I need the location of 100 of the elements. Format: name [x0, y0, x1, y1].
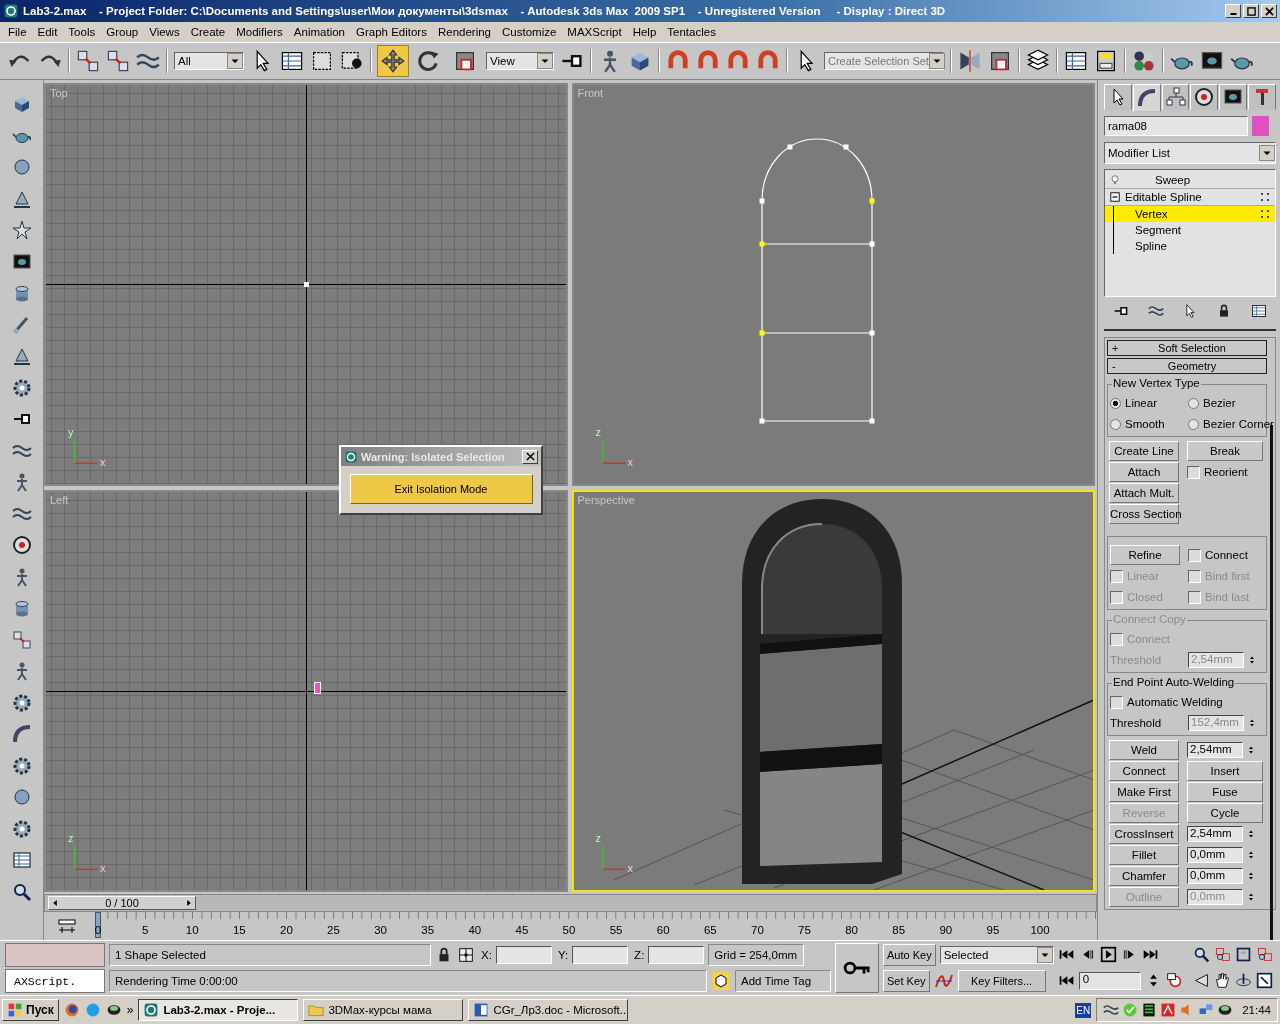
selection-filter-dropdown[interactable]: All: [174, 52, 244, 70]
exit-isolation-button[interactable]: Exit Isolation Mode: [349, 474, 533, 504]
link-icon[interactable]: [10, 629, 33, 650]
language-indicator[interactable]: EN: [1075, 1002, 1092, 1018]
panel-button[interactable]: Connect: [1109, 761, 1179, 781]
link-icon[interactable]: [76, 49, 100, 73]
select-by-name-icon[interactable]: [280, 49, 304, 73]
selection-set-dropdown[interactable]: Create Selection Set: [824, 52, 944, 70]
expander-icon[interactable]: [1109, 191, 1121, 203]
play-icon[interactable]: [1099, 946, 1117, 963]
radio-button[interactable]: [1110, 418, 1121, 430]
stack-item[interactable]: Vertex: [1105, 206, 1275, 222]
panel-button[interactable]: Fuse: [1187, 782, 1263, 802]
browser-icon[interactable]: [63, 1002, 80, 1018]
zoom-extents-icon[interactable]: [1234, 946, 1252, 963]
radio-button[interactable]: [1188, 397, 1199, 409]
minimize-button[interactable]: [1225, 4, 1241, 18]
menu-item[interactable]: Views: [144, 24, 185, 40]
start-button[interactable]: Пуск: [2, 999, 59, 1021]
menu-item[interactable]: Modifiers: [231, 24, 288, 40]
maximize-button[interactable]: [1243, 4, 1259, 18]
taskbar-button[interactable]: Lab3-2.max - Proje...: [138, 999, 299, 1021]
orbit-icon[interactable]: [1234, 972, 1252, 989]
menu-item[interactable]: Rendering: [432, 24, 496, 40]
absolute-mode-icon[interactable]: [457, 945, 475, 964]
doc-icon[interactable]: [473, 1002, 490, 1018]
taskbar-button[interactable]: CGr_Лр3.doc - Microsoft...: [468, 999, 629, 1021]
object-name-field[interactable]: rama08: [1104, 116, 1248, 136]
tray-disc-icon[interactable]: [1217, 1002, 1234, 1018]
zoom-all-icon[interactable]: [1213, 946, 1231, 963]
checkbox[interactable]: [1110, 695, 1123, 709]
checkbox[interactable]: [1188, 548, 1201, 562]
key-filters-button[interactable]: Key Filters...: [957, 969, 1046, 992]
maxapp-icon[interactable]: [143, 1002, 160, 1018]
panel-button[interactable]: Make First: [1109, 782, 1179, 802]
radio-button[interactable]: [1188, 418, 1199, 430]
time-slider-thumb[interactable]: 0 / 100: [48, 896, 196, 910]
unlink-icon[interactable]: [106, 49, 130, 73]
tray-meter-icon[interactable]: [1141, 1002, 1158, 1018]
menu-item[interactable]: Customize: [497, 24, 562, 40]
add-time-tag-button[interactable]: Add Time Tag: [735, 969, 831, 992]
panel-button[interactable]: CrossInsert: [1109, 824, 1179, 844]
panel-button[interactable]: Chamfer: [1109, 866, 1179, 886]
frame-field[interactable]: 0: [1078, 971, 1141, 990]
checkbox[interactable]: [1187, 465, 1200, 479]
coordinate-field[interactable]: [572, 945, 629, 964]
menu-item[interactable]: Animation: [288, 24, 350, 40]
menu-item[interactable]: Edit: [32, 24, 63, 40]
taskbar-button[interactable]: 3DMax-курсы мама: [303, 999, 464, 1021]
menu-item[interactable]: Help: [627, 24, 662, 40]
panel-button[interactable]: Fillet: [1109, 845, 1179, 865]
panel-button[interactable]: Cycle: [1187, 803, 1263, 823]
menu-item[interactable]: Tools: [63, 24, 101, 40]
set-key-button[interactable]: Set Key: [883, 969, 930, 992]
modifier-list-dropdown[interactable]: Modifier List: [1104, 142, 1276, 164]
time-tag-icon[interactable]: [711, 970, 731, 991]
panel-button[interactable]: Refine: [1110, 545, 1180, 565]
menu-item[interactable]: Graph Editors: [351, 24, 432, 40]
panel-button[interactable]: Insert: [1187, 761, 1263, 781]
panel-button[interactable]: Cross Section: [1109, 504, 1179, 524]
set-keys-button[interactable]: [835, 943, 879, 993]
zoom-icon[interactable]: [1192, 946, 1210, 963]
zoom-extents-all-icon[interactable]: [1255, 946, 1273, 963]
pan-icon[interactable]: [1213, 972, 1231, 989]
reference-coordinate-dropdown[interactable]: View: [486, 52, 554, 70]
panel-button[interactable]: Create Line: [1109, 441, 1179, 461]
object-color-swatch[interactable]: [1252, 116, 1269, 136]
coordinate-field[interactable]: [495, 945, 552, 964]
star-icon[interactable]: [10, 220, 33, 240]
bulb-icon[interactable]: [1109, 174, 1121, 186]
radio-button[interactable]: [1110, 397, 1121, 409]
panel-button[interactable]: Break: [1187, 441, 1263, 461]
current-frame-marker[interactable]: [95, 912, 101, 938]
field-of-view-icon[interactable]: [1192, 972, 1210, 989]
spinner-field[interactable]: 2,54mm: [1187, 742, 1243, 758]
wheel-icon[interactable]: [10, 535, 33, 555]
tray-app-icon[interactable]: [1103, 1002, 1120, 1018]
rollout-header[interactable]: + Soft Selection: [1107, 340, 1267, 356]
close-button[interactable]: [1261, 4, 1277, 18]
layers-icon[interactable]: [1026, 49, 1050, 73]
rollout-header[interactable]: - Geometry: [1107, 358, 1267, 374]
menu-item[interactable]: MAXScript: [562, 24, 627, 40]
monitor-icon[interactable]: [10, 251, 33, 272]
table-icon[interactable]: [10, 850, 33, 870]
close-button[interactable]: [522, 449, 538, 464]
curve-icon[interactable]: [10, 724, 33, 744]
rectangle-selection-icon[interactable]: [310, 49, 334, 73]
key-set-dropdown[interactable]: Selected: [939, 945, 1054, 964]
viewport[interactable]: Perspective z x: [571, 489, 1095, 892]
menu-item[interactable]: Group: [101, 24, 144, 40]
listener-input-field[interactable]: [5, 943, 105, 967]
menu-item[interactable]: Tentacles: [662, 24, 721, 40]
panel-button[interactable]: Attach Mult.: [1109, 483, 1179, 503]
material-editor-icon[interactable]: [1132, 49, 1156, 73]
quick-launch-more[interactable]: »: [126, 1003, 134, 1017]
spinner-field[interactable]: 0,0mm: [1187, 868, 1243, 884]
coordinate-field[interactable]: [648, 945, 705, 964]
menu-item[interactable]: File: [3, 24, 32, 40]
time-configuration-icon[interactable]: [1165, 972, 1183, 989]
curve-editor-icon[interactable]: [1064, 49, 1088, 73]
